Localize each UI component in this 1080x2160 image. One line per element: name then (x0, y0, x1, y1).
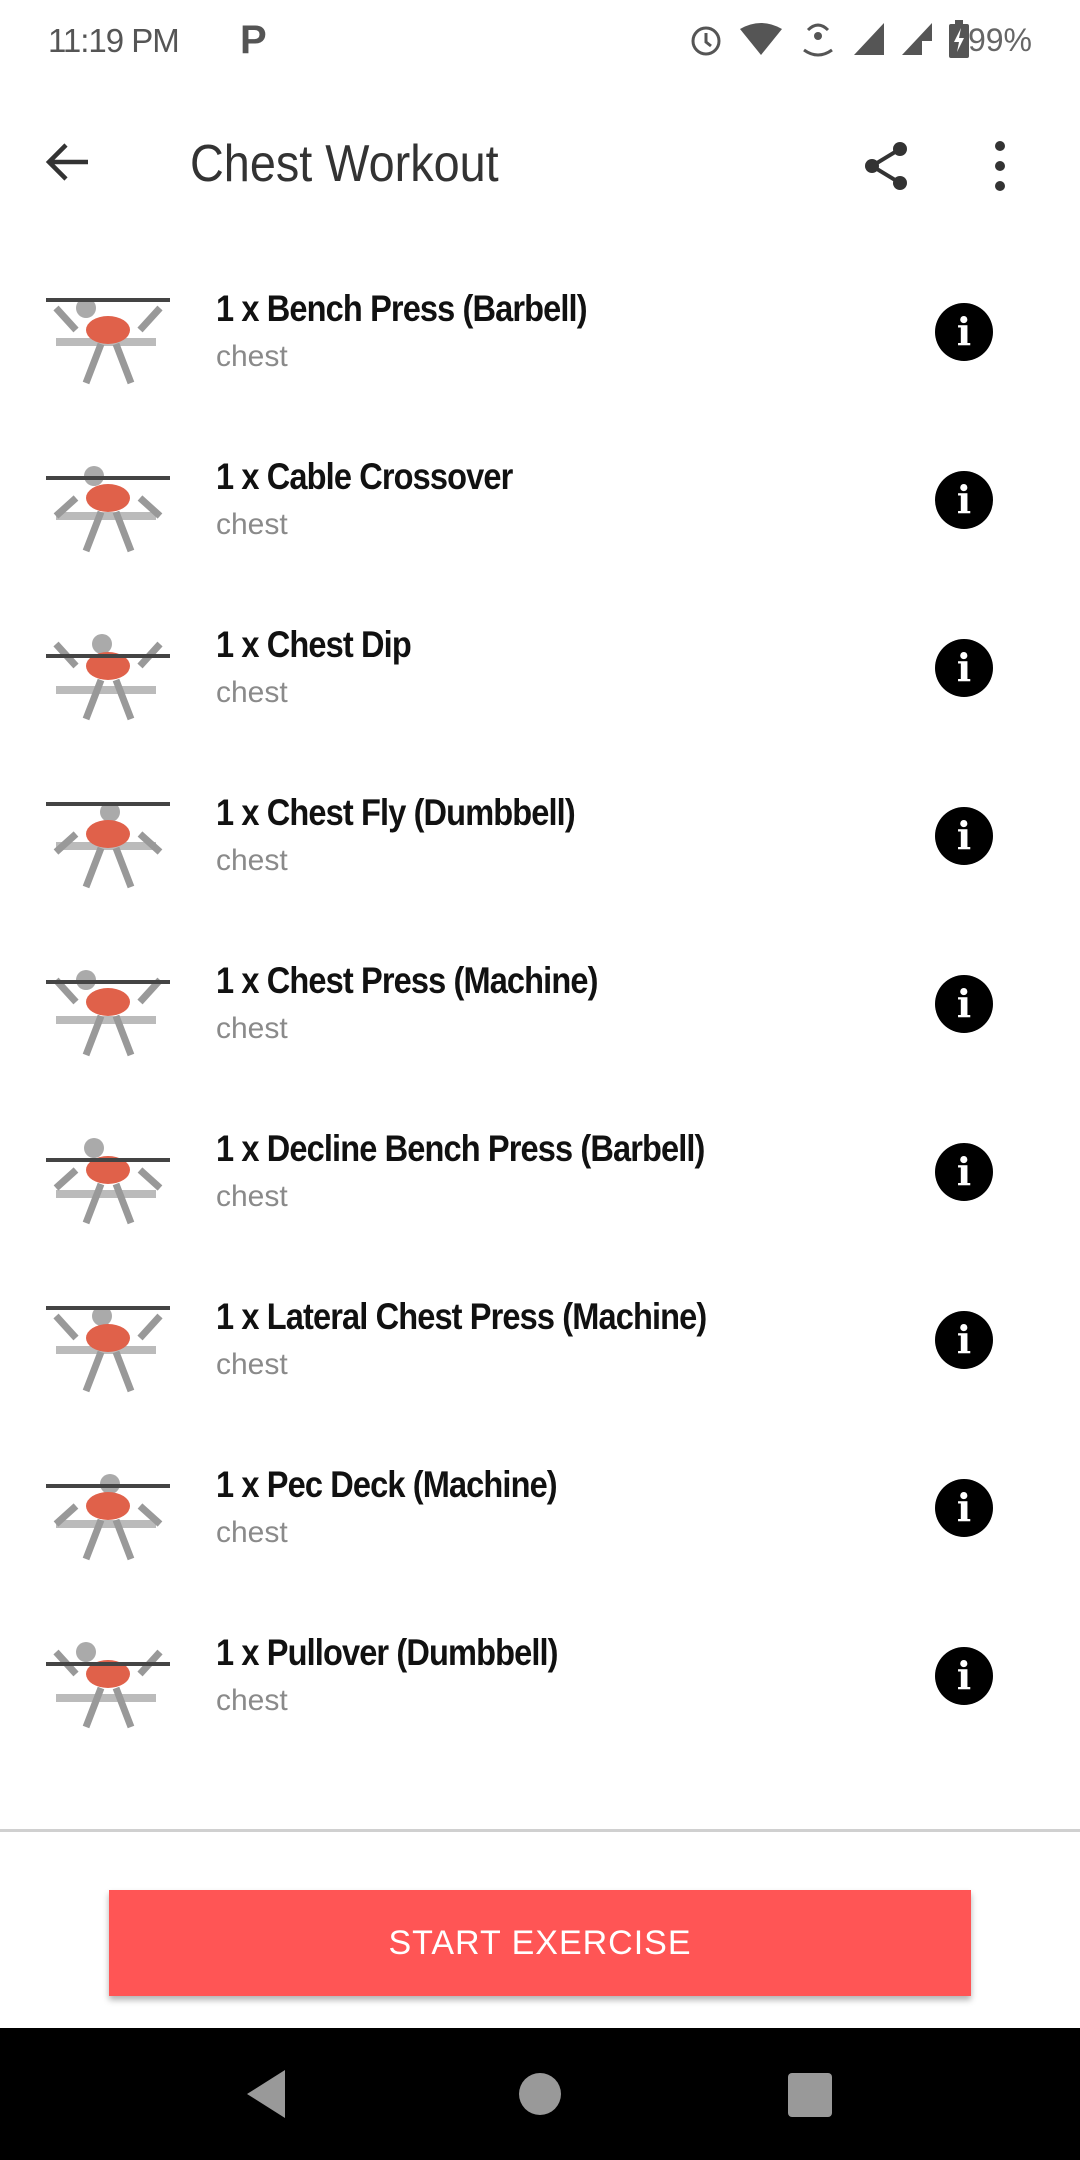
signal-no-sim-icon (902, 23, 932, 55)
exercise-muscle: chest (216, 844, 288, 877)
info-icon[interactable]: i (935, 1479, 993, 1537)
info-icon[interactable]: i (935, 1311, 993, 1369)
exercise-list-item[interactable]: 1 x Chest Press (Machine) chest i (0, 920, 1080, 1088)
divider (0, 1829, 1080, 1832)
exercise-name: 1 x Pullover (Dumbbell) (216, 1632, 558, 1673)
exercise-name: 1 x Chest Fly (Dumbbell) (216, 792, 576, 833)
wifi-icon (740, 23, 782, 55)
exercise-list-item[interactable]: 1 x Pullover (Dumbbell) chest i (0, 1592, 1080, 1760)
info-icon[interactable]: i (935, 1647, 993, 1705)
exercise-muscle: chest (216, 1684, 288, 1717)
exercise-muscle: chest (216, 1516, 288, 1549)
info-icon[interactable]: i (935, 471, 993, 529)
arrow-left-icon[interactable] (44, 142, 90, 182)
exercise-name: 1 x Chest Dip (216, 624, 412, 665)
exercise-list-item[interactable]: 1 x Chest Dip chest i (0, 584, 1080, 752)
exercise-list-item[interactable]: 1 x Bench Press (Barbell) chest i (0, 248, 1080, 416)
exercise-list-item[interactable]: 1 x Decline Bench Press (Barbell) chest … (0, 1088, 1080, 1256)
exercise-thumbnail (46, 970, 170, 1057)
exercise-list: 1 x Bench Press (Barbell) chest i 1 x Ca… (0, 248, 1080, 1760)
nav-recents-icon[interactable] (787, 2072, 833, 2118)
exercise-muscle: chest (216, 676, 288, 709)
exercise-muscle: chest (216, 1012, 288, 1045)
exercise-name: 1 x Pec Deck (Machine) (216, 1464, 558, 1505)
page-title: Chest Workout (190, 135, 499, 193)
info-icon[interactable]: i (935, 1143, 993, 1201)
alarm-icon (691, 26, 721, 56)
signal-icon (854, 23, 884, 55)
exercise-thumbnail (46, 1474, 170, 1561)
more-vert-icon[interactable] (990, 140, 1010, 192)
exercise-muscle: chest (216, 340, 288, 373)
battery-charging-icon (949, 20, 969, 58)
exercise-thumbnail (46, 298, 170, 385)
exercise-name: 1 x Chest Press (Machine) (216, 960, 598, 1001)
exercise-thumbnail (46, 1642, 170, 1729)
exercise-list-item[interactable]: 1 x Pec Deck (Machine) chest i (0, 1424, 1080, 1592)
nav-home-icon[interactable] (518, 2072, 562, 2116)
info-icon[interactable]: i (935, 807, 993, 865)
info-icon[interactable]: i (935, 639, 993, 697)
exercise-name: 1 x Bench Press (Barbell) (216, 288, 588, 329)
info-icon[interactable]: i (935, 303, 993, 361)
share-icon[interactable] (862, 140, 912, 192)
status-bar: 11:19 PM P 99% (0, 0, 1080, 84)
exercise-name: 1 x Cable Crossover (216, 456, 513, 497)
status-time: 11:19 PM (48, 22, 180, 59)
exercise-thumbnail (46, 634, 170, 721)
parking-notification-icon: P (240, 18, 267, 62)
hotspot-icon (803, 23, 833, 57)
exercise-list-item[interactable]: 1 x Chest Fly (Dumbbell) chest i (0, 752, 1080, 920)
nav-back-icon[interactable] (243, 2068, 289, 2120)
exercise-name: 1 x Decline Bench Press (Barbell) (216, 1128, 705, 1169)
exercise-thumbnail (46, 1306, 170, 1393)
exercise-thumbnail (46, 1138, 170, 1225)
battery-level: 99% (967, 22, 1032, 58)
exercise-thumbnail (46, 802, 170, 889)
toolbar: Chest Workout (0, 84, 1080, 244)
exercise-muscle: chest (216, 1348, 288, 1381)
navigation-bar (0, 2028, 1080, 2160)
info-icon[interactable]: i (935, 975, 993, 1033)
exercise-thumbnail (46, 466, 170, 553)
exercise-list-item[interactable]: 1 x Cable Crossover chest i (0, 416, 1080, 584)
exercise-list-item[interactable]: 1 x Lateral Chest Press (Machine) chest … (0, 1256, 1080, 1424)
exercise-name: 1 x Lateral Chest Press (Machine) (216, 1296, 707, 1337)
start-exercise-button[interactable]: START EXERCISE (109, 1890, 971, 1996)
exercise-muscle: chest (216, 508, 288, 541)
exercise-muscle: chest (216, 1180, 288, 1213)
